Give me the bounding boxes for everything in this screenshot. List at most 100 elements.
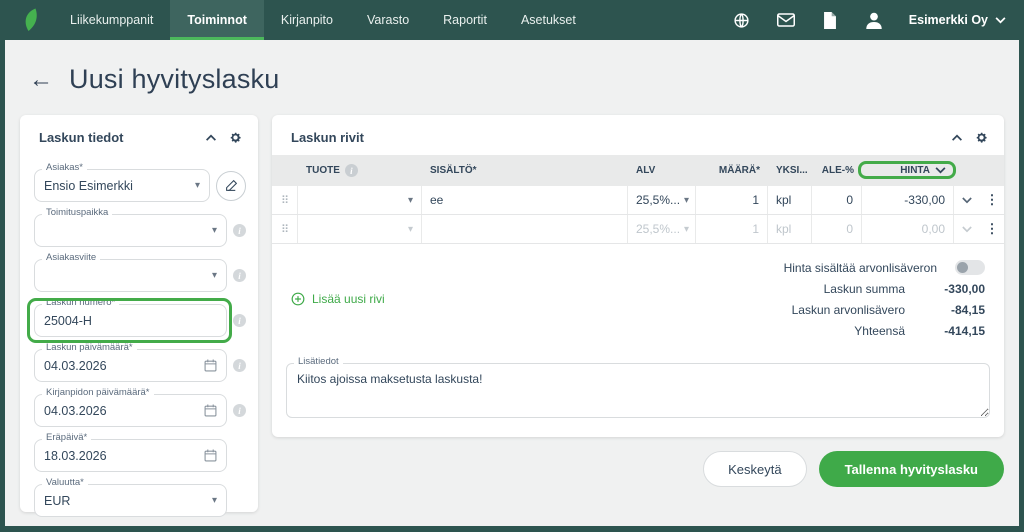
nav-item-raportit[interactable]: Raportit (426, 0, 504, 40)
notes-label: Lisätiedot (294, 356, 343, 367)
row2-content-input[interactable] (422, 215, 628, 243)
collapse-chevron-icon[interactable] (951, 134, 963, 141)
row2-price-input[interactable]: 0,00 (862, 215, 954, 243)
invoice-details-panel: Laskun tiedot Asiakas* (20, 115, 258, 512)
nav-item-toiminnot[interactable]: Toiminnot (170, 0, 263, 40)
add-row-link[interactable]: Lisää uusi rivi (291, 257, 385, 341)
toggle-knob (957, 262, 968, 273)
select-caret-icon: ▾ (212, 270, 217, 281)
select-caret-icon: ▾ (212, 495, 217, 506)
row1-price-input[interactable]: -330,00 (862, 186, 954, 214)
nav-item-liikekumppanit[interactable]: Liikekumppanit (53, 0, 170, 40)
row2-product-select[interactable]: ▾ (298, 215, 422, 243)
row1-vat-select[interactable]: 25,5%...▾ (628, 186, 696, 214)
hinta-chevron-down-icon[interactable] (935, 167, 946, 174)
page-content: ← Uusi hyvityslasku Laskun tiedot (5, 40, 1019, 526)
app-logo[interactable] (13, 0, 53, 40)
row1-unit-input[interactable]: kpl (768, 186, 812, 214)
field-label-asiakasviite: Asiakasviite (42, 252, 100, 263)
invoice-number-input[interactable]: 25004-H (34, 304, 227, 337)
accounting-date-input[interactable]: 04.03.2026 (34, 394, 227, 427)
col-header-ale: ALE-% (812, 165, 862, 176)
invoice-vat-label: Laskun arvonlisävero (792, 303, 905, 317)
cancel-button[interactable]: Keskeytä (703, 451, 806, 487)
chevron-down-icon (995, 17, 1006, 24)
company-name: Esimerkki Oy (909, 13, 988, 27)
leaf-logo-icon (23, 7, 39, 33)
select-caret-icon: ▾ (684, 195, 689, 206)
globe-icon[interactable] (733, 11, 751, 29)
main-nav: Liikekumppanit Toiminnot Kirjanpito Vara… (53, 0, 593, 40)
info-icon[interactable]: i (233, 359, 246, 372)
page-title: Uusi hyvityslasku (69, 64, 279, 95)
grand-total-label: Yhteensä (854, 324, 905, 338)
row1-content-input[interactable]: ee (422, 186, 628, 214)
info-icon[interactable]: i (233, 404, 246, 417)
field-label-laskun-paivamaara: Laskun päivämäärä* (42, 342, 137, 353)
totals-block: Hinta sisältää arvonlisäveron Laskun sum… (685, 257, 985, 341)
info-icon[interactable]: i (233, 314, 246, 327)
action-bar: Keskeytä Tallenna hyvityslasku (272, 437, 1004, 487)
save-credit-note-button[interactable]: Tallenna hyvityslasku (819, 451, 1004, 487)
info-icon[interactable]: i (345, 164, 358, 177)
row1-expand-chevron-icon[interactable] (954, 186, 980, 214)
nav-item-asetukset[interactable]: Asetukset (504, 0, 593, 40)
back-arrow-icon[interactable]: ← (29, 68, 53, 92)
row1-discount-input[interactable]: 0 (812, 186, 862, 214)
customer-select[interactable]: Ensio Esimerkki ▾ (34, 169, 210, 202)
row1-quantity-input[interactable]: 1 (696, 186, 768, 214)
select-caret-icon: ▾ (408, 224, 413, 235)
due-date-input[interactable]: 18.03.2026 (34, 439, 227, 472)
user-icon[interactable] (865, 11, 883, 29)
invoice-rows-title: Laskun rivit (291, 130, 364, 145)
row2-vat-select[interactable]: 25,5%...▾ (628, 215, 696, 243)
company-menu[interactable]: Esimerkki Oy (909, 13, 1006, 27)
document-icon[interactable] (821, 11, 839, 29)
row1-kebab-menu-icon[interactable]: ⋮ (980, 186, 1004, 214)
edit-customer-button[interactable] (216, 171, 246, 201)
rows-table-header: TUOTEi SISÄLTÖ* ALV MÄÄRÄ* YKSI... ALE-%… (272, 155, 1004, 186)
select-caret-icon: ▾ (684, 224, 689, 235)
invoice-details-title: Laskun tiedot (39, 130, 124, 145)
calendar-icon[interactable] (204, 359, 217, 372)
calendar-icon[interactable] (204, 449, 217, 462)
vat-included-label: Hinta sisältää arvonlisäveron (784, 261, 937, 275)
field-label-toimituspaikka: Toimituspaikka (42, 207, 112, 218)
row2-kebab-menu-icon[interactable]: ⋮ (980, 215, 1004, 243)
page-header: ← Uusi hyvityslasku (5, 40, 1019, 95)
field-label-valuutta: Valuutta* (42, 477, 88, 488)
row2-discount-input[interactable]: 0 (812, 215, 862, 243)
col-header-alv: ALV (628, 165, 696, 176)
info-icon[interactable]: i (233, 224, 246, 237)
mail-icon[interactable] (777, 11, 795, 29)
gear-icon[interactable] (229, 131, 242, 144)
row2-unit-input[interactable]: kpl (768, 215, 812, 243)
calendar-icon[interactable] (204, 404, 217, 417)
top-navigation-bar: Liikekumppanit Toiminnot Kirjanpito Vara… (0, 0, 1024, 40)
currency-select[interactable]: EUR ▾ (34, 484, 227, 517)
row2-quantity-input[interactable]: 1 (696, 215, 768, 243)
invoice-sum-label: Laskun summa (824, 282, 905, 296)
info-icon[interactable]: i (233, 269, 246, 282)
row1-product-select[interactable]: ▾ (298, 186, 422, 214)
app-frame: Liikekumppanit Toiminnot Kirjanpito Vara… (0, 0, 1024, 532)
customer-reference-select[interactable]: ▾ (34, 259, 227, 292)
delivery-location-select[interactable]: ▾ (34, 214, 227, 247)
invoice-date-input[interactable]: 04.03.2026 (34, 349, 227, 382)
drag-handle-icon[interactable]: ⠿ (272, 215, 298, 243)
grand-total-value: -414,15 (923, 324, 985, 338)
invoice-row-2: ⠿ ▾ 25,5%...▾ 1 kpl 0 0,00 ⋮ (272, 215, 1004, 244)
collapse-chevron-icon[interactable] (205, 134, 217, 141)
gear-icon[interactable] (975, 131, 988, 144)
invoice-row-1: ⠿ ▾ ee 25,5%...▾ 1 kpl 0 -330,00 ⋮ (272, 186, 1004, 215)
col-header-sisalto: SISÄLTÖ* (422, 165, 628, 176)
col-header-hinta[interactable]: HINTA (862, 165, 954, 176)
field-label-laskun-numero: Laskun numero* (42, 297, 119, 308)
drag-handle-icon[interactable]: ⠿ (272, 186, 298, 214)
nav-item-kirjanpito[interactable]: Kirjanpito (264, 0, 350, 40)
row2-expand-chevron-icon[interactable] (954, 215, 980, 243)
nav-item-varasto[interactable]: Varasto (350, 0, 426, 40)
vat-included-toggle[interactable] (955, 260, 985, 275)
notes-textarea[interactable]: Kiitos ajoissa maksetusta laskusta! (286, 363, 990, 418)
invoice-rows-panel: Laskun rivit TUOTEi (272, 115, 1004, 437)
